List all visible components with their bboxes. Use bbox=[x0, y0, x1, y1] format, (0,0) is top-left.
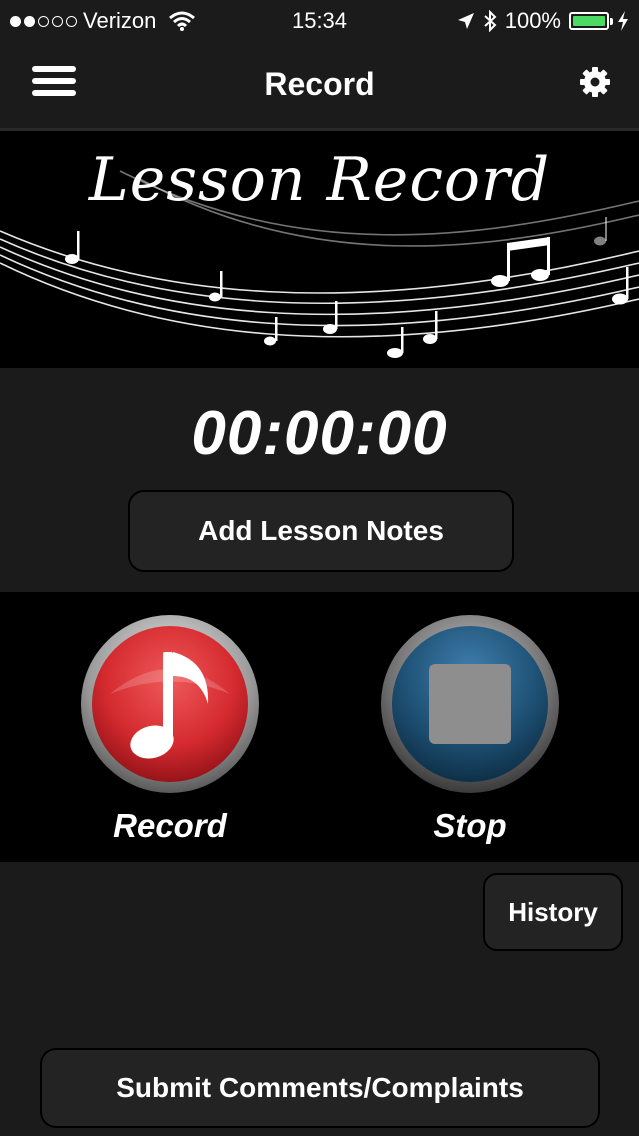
bluetooth-icon bbox=[484, 10, 497, 32]
submit-comments-button[interactable]: Submit Comments/Complaints bbox=[40, 1048, 600, 1128]
submit-comments-label: Submit Comments/Complaints bbox=[116, 1072, 524, 1103]
stop-square-icon bbox=[381, 615, 559, 793]
gear-icon bbox=[580, 67, 610, 97]
banner-title: Lesson Record bbox=[88, 145, 551, 215]
music-note-icon bbox=[81, 615, 259, 793]
add-lesson-notes-label: Add Lesson Notes bbox=[198, 515, 444, 546]
record-button[interactable]: Record bbox=[80, 614, 260, 845]
recording-controls: Record Stop bbox=[0, 592, 639, 862]
battery-icon bbox=[569, 12, 613, 30]
add-lesson-notes-button[interactable]: Add Lesson Notes bbox=[128, 490, 514, 572]
stop-button[interactable]: Stop bbox=[380, 614, 560, 845]
status-bar: Verizon 15:34 100% bbox=[0, 0, 639, 40]
settings-button[interactable] bbox=[579, 66, 611, 98]
battery-percent: 100% bbox=[504, 8, 561, 33]
history-label: History bbox=[508, 896, 598, 927]
nav-bar: Record bbox=[0, 40, 639, 128]
history-button[interactable]: History bbox=[483, 873, 623, 951]
status-right: 100% bbox=[457, 8, 629, 34]
stop-label: Stop bbox=[433, 807, 507, 844]
recording-timer: 00:00:00 bbox=[191, 399, 448, 468]
page-title: Record bbox=[264, 66, 375, 102]
record-label: Record bbox=[113, 807, 227, 844]
lesson-record-banner: Lesson Record bbox=[0, 128, 639, 368]
charging-bolt-icon bbox=[618, 11, 628, 31]
location-arrow-icon bbox=[457, 13, 474, 29]
